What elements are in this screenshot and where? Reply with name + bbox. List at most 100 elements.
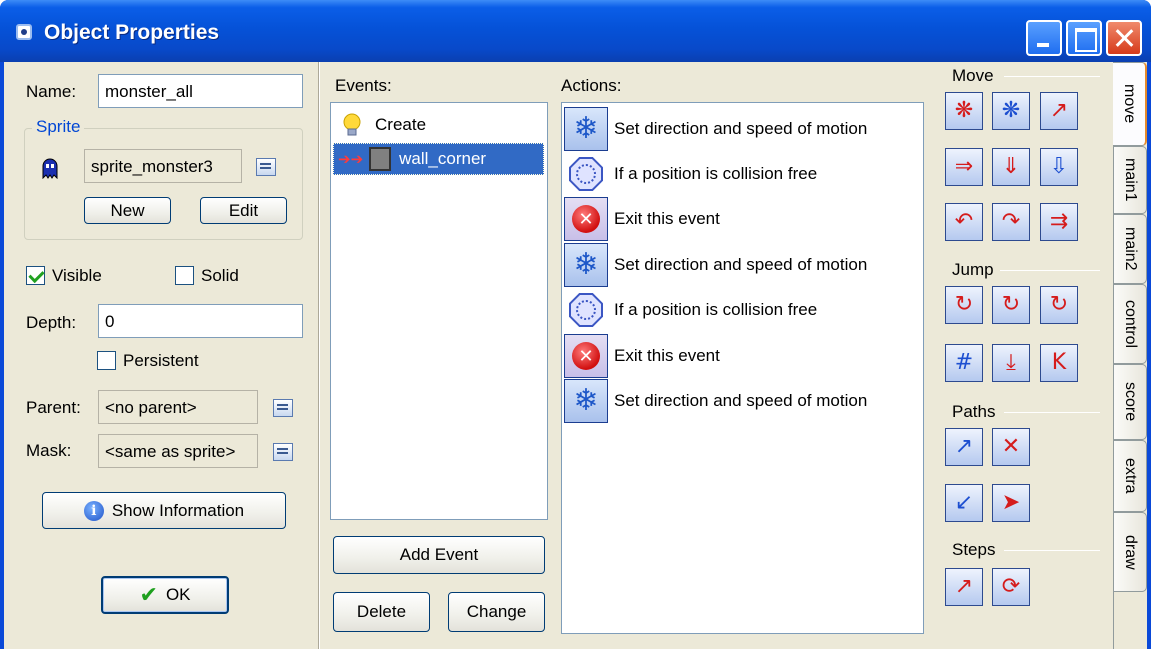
object-properties-window: Object Properties Name: monster_all Spri… bbox=[0, 0, 1151, 649]
tab-score[interactable]: score bbox=[1114, 364, 1147, 440]
align-to-grid-button[interactable]: # bbox=[945, 344, 983, 382]
move-fixed-icon: ❄ bbox=[564, 243, 608, 287]
jump-to-random-button[interactable]: ↻ bbox=[1040, 286, 1078, 324]
sprite-group-title: Sprite bbox=[32, 117, 85, 137]
name-label: Name: bbox=[26, 82, 77, 101]
mask-label: Mask: bbox=[26, 441, 72, 460]
action-label: If a position is collision free bbox=[614, 300, 818, 319]
checkmark-icon: ✔ bbox=[139, 582, 158, 608]
reverse-vertical-button[interactable]: ↷ bbox=[992, 203, 1030, 241]
move-fixed-icon: ❄ bbox=[564, 107, 608, 151]
steps-section-title: Steps bbox=[952, 540, 996, 559]
event-label: Create bbox=[375, 115, 427, 134]
parent-browse-button[interactable] bbox=[273, 399, 293, 417]
section-divider bbox=[1000, 270, 1100, 271]
tab-draw[interactable]: draw bbox=[1114, 512, 1147, 592]
move-free-button[interactable]: ❋ bbox=[992, 92, 1030, 130]
persistent-checkbox[interactable] bbox=[97, 351, 116, 370]
section-divider bbox=[1004, 412, 1100, 413]
move-towards-button[interactable]: ↗ bbox=[1040, 92, 1078, 130]
solid-checkbox[interactable] bbox=[175, 266, 194, 285]
step-towards-button[interactable]: ↗ bbox=[945, 568, 983, 606]
set-gravity-button[interactable]: ⇩ bbox=[1040, 148, 1078, 186]
delete-event-button[interactable]: Delete bbox=[333, 592, 430, 632]
path-speed-button[interactable]: ➤ bbox=[992, 484, 1030, 522]
wrap-screen-button[interactable]: ⤓ bbox=[992, 344, 1030, 382]
move-fixed-icon: ❄ bbox=[564, 379, 608, 423]
action-item[interactable]: If a position is collision free bbox=[564, 152, 920, 196]
visible-checkbox[interactable] bbox=[26, 266, 45, 285]
depth-field[interactable]: 0 bbox=[98, 304, 303, 338]
action-label: Set direction and speed of motion bbox=[614, 255, 868, 274]
reverse-horizontal-button[interactable]: ↶ bbox=[945, 203, 983, 241]
show-information-button[interactable]: i Show Information bbox=[42, 492, 286, 529]
name-field[interactable]: monster_all bbox=[98, 74, 303, 108]
mask-browse-button[interactable] bbox=[273, 443, 293, 461]
paths-section-title: Paths bbox=[952, 402, 996, 421]
speed-vertical-button[interactable]: ⇓ bbox=[992, 148, 1030, 186]
ok-button[interactable]: ✔ OK bbox=[101, 576, 229, 614]
add-event-button[interactable]: Add Event bbox=[333, 536, 545, 574]
tab-extra[interactable]: extra bbox=[1114, 440, 1147, 512]
close-button[interactable] bbox=[1106, 20, 1142, 56]
section-divider bbox=[1004, 76, 1100, 77]
set-friction-button[interactable]: ⇉ bbox=[1040, 203, 1078, 241]
action-item[interactable]: If a position is collision free bbox=[564, 288, 920, 332]
event-item-create[interactable]: Create bbox=[333, 109, 544, 141]
action-item[interactable]: ❄ Set direction and speed of motion bbox=[564, 243, 920, 287]
persistent-label: Persistent bbox=[123, 351, 199, 370]
move-fixed-button[interactable]: ❋ bbox=[945, 92, 983, 130]
step-avoiding-button[interactable]: ⟳ bbox=[992, 568, 1030, 606]
tab-main1[interactable]: main1 bbox=[1114, 146, 1147, 214]
window-icon bbox=[16, 24, 32, 40]
tab-move[interactable]: move bbox=[1113, 62, 1147, 146]
visible-label: Visible bbox=[52, 266, 102, 285]
solid-label: Solid bbox=[201, 266, 239, 285]
move-section-title: Move bbox=[952, 66, 994, 85]
collision-free-icon bbox=[564, 152, 608, 196]
palette-tabs: move main1 main2 control score extra dra… bbox=[1113, 62, 1147, 649]
sprite-browse-button[interactable] bbox=[256, 158, 276, 176]
jump-to-start-button[interactable]: ↻ bbox=[992, 286, 1030, 324]
mask-field: <same as sprite> bbox=[98, 434, 258, 468]
parent-field: <no parent> bbox=[98, 390, 258, 424]
left-divider bbox=[318, 62, 320, 649]
event-item-collision[interactable]: ➔➔ wall_corner bbox=[333, 143, 544, 175]
ok-label: OK bbox=[165, 585, 191, 604]
parent-label: Parent: bbox=[26, 398, 81, 417]
change-event-button[interactable]: Change bbox=[448, 592, 545, 632]
new-sprite-button[interactable]: New bbox=[84, 197, 171, 224]
action-item[interactable]: ✕ Exit this event bbox=[564, 334, 920, 378]
speed-horizontal-button[interactable]: ⇒ bbox=[945, 148, 983, 186]
tab-control[interactable]: control bbox=[1114, 284, 1147, 364]
actions-label: Actions: bbox=[561, 76, 622, 95]
jump-to-position-button[interactable]: ↻ bbox=[945, 286, 983, 324]
wall-object-icon bbox=[369, 147, 392, 171]
actions-list[interactable]: ❄ Set direction and speed of motion If a… bbox=[561, 102, 924, 634]
sprite-field: sprite_monster3 bbox=[84, 149, 242, 183]
path-position-button[interactable]: ↙ bbox=[945, 484, 983, 522]
action-item[interactable]: ❄ Set direction and speed of motion bbox=[564, 379, 920, 423]
jump-section-title: Jump bbox=[952, 260, 994, 279]
action-item[interactable]: ✕ Exit this event bbox=[564, 197, 920, 241]
event-label: wall_corner bbox=[399, 149, 487, 168]
action-item[interactable]: ❄ Set direction and speed of motion bbox=[564, 107, 920, 151]
end-path-button[interactable]: ✕ bbox=[992, 428, 1030, 466]
action-label: Exit this event bbox=[614, 209, 720, 228]
maximize-button[interactable] bbox=[1066, 20, 1102, 56]
action-label: If a position is collision free bbox=[614, 164, 818, 183]
action-label: Set direction and speed of motion bbox=[614, 119, 868, 138]
sprite-ghost-icon bbox=[42, 158, 58, 179]
title-bar[interactable]: Object Properties bbox=[0, 0, 1151, 62]
tab-main2[interactable]: main2 bbox=[1114, 214, 1147, 284]
edit-sprite-button[interactable]: Edit bbox=[200, 197, 287, 224]
section-divider bbox=[1004, 550, 1100, 551]
show-information-label: Show Information bbox=[111, 500, 245, 520]
minimize-button[interactable] bbox=[1026, 20, 1062, 56]
exit-event-icon: ✕ bbox=[564, 197, 608, 241]
set-path-button[interactable]: ↗ bbox=[945, 428, 983, 466]
collision-icon: ➔➔ bbox=[338, 150, 364, 168]
events-list[interactable]: Create ➔➔ wall_corner bbox=[330, 102, 548, 520]
window-title: Object Properties bbox=[44, 21, 220, 44]
move-to-contact-button[interactable]: K bbox=[1040, 344, 1078, 382]
